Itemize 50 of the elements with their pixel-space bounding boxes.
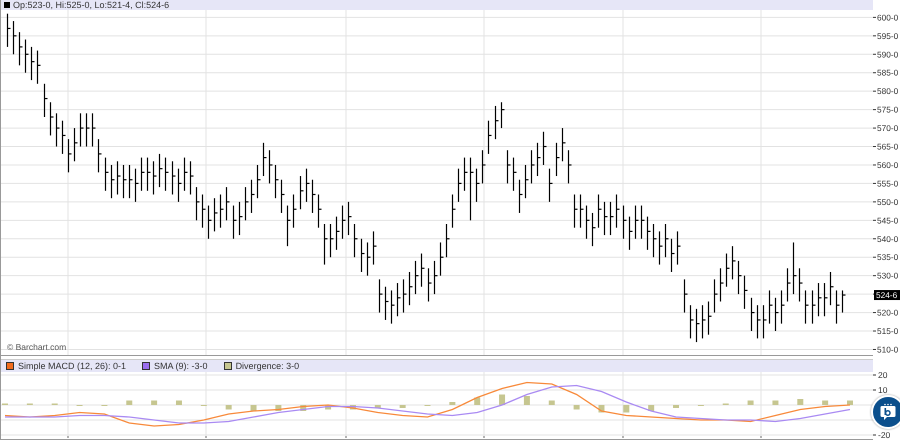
axis-label: 515-0: [877, 326, 898, 336]
divergence-bar: [350, 405, 356, 410]
chat-bubble-icon: [879, 403, 897, 421]
axis-label: 10: [878, 385, 888, 395]
axis-label: 580-0: [877, 86, 898, 96]
divergence-bar: [847, 400, 853, 405]
axis-label: 570-0: [877, 123, 898, 134]
divergence-bar: [226, 405, 232, 410]
divergence-bar: [524, 396, 530, 405]
axis-label: 555-0: [877, 178, 898, 188]
divergence-bar: [822, 400, 828, 405]
axis-label: 590-0: [877, 49, 898, 60]
divergence-bar: [748, 400, 754, 405]
axis-label: 565-0: [877, 142, 898, 152]
divergence-bar: [449, 402, 456, 405]
axis-label: 20: [878, 370, 888, 380]
divergence-bar: [250, 405, 257, 411]
axis-label: 530-0: [877, 270, 898, 281]
divergence-bar: [325, 405, 332, 410]
axis-label: 510-0: [877, 344, 898, 354]
last-price-label: 524-6: [874, 290, 900, 300]
divergence-bar: [673, 405, 680, 408]
ohlc-readout: Op:523-0, Hi:525-0, Lo:521-4, Cl:524-6: [13, 0, 170, 10]
legend-label: Divergence: 3-0: [236, 361, 300, 371]
axis-label: 520-0: [877, 308, 898, 318]
divergence-bar: [772, 400, 778, 405]
axis-label: 560-0: [877, 160, 898, 170]
divergence-bar: [374, 405, 381, 408]
axis-label: 545-0: [877, 215, 898, 226]
divergence-bar: [548, 400, 555, 405]
divergence-bar: [797, 399, 804, 405]
square-icon: [4, 2, 10, 8]
axis-label: 600-0: [877, 12, 898, 22]
divergence-bar: [151, 400, 158, 405]
divergence-bar: [574, 405, 580, 410]
axis-label: 575-0: [877, 104, 898, 115]
axis-label: 540-0: [877, 234, 898, 244]
axis-label: 535-0: [877, 252, 898, 262]
chat-button[interactable]: [871, 395, 900, 429]
axis-label: 550-0: [877, 196, 898, 207]
divergence-bar: [126, 400, 132, 405]
axis-label: -20: [878, 430, 890, 440]
divergence-bar: [176, 400, 182, 405]
legend-label: Simple MACD (12, 26): 0-1: [18, 361, 126, 371]
axis-label: 585-0: [877, 68, 898, 78]
axis-label: 595-0: [877, 30, 898, 41]
divergence-bar: [400, 405, 406, 408]
copyright-text: © Barchart.com: [7, 342, 66, 352]
divergence-bar: [499, 394, 506, 405]
legend-label: SMA (9): -3-0: [154, 361, 208, 371]
